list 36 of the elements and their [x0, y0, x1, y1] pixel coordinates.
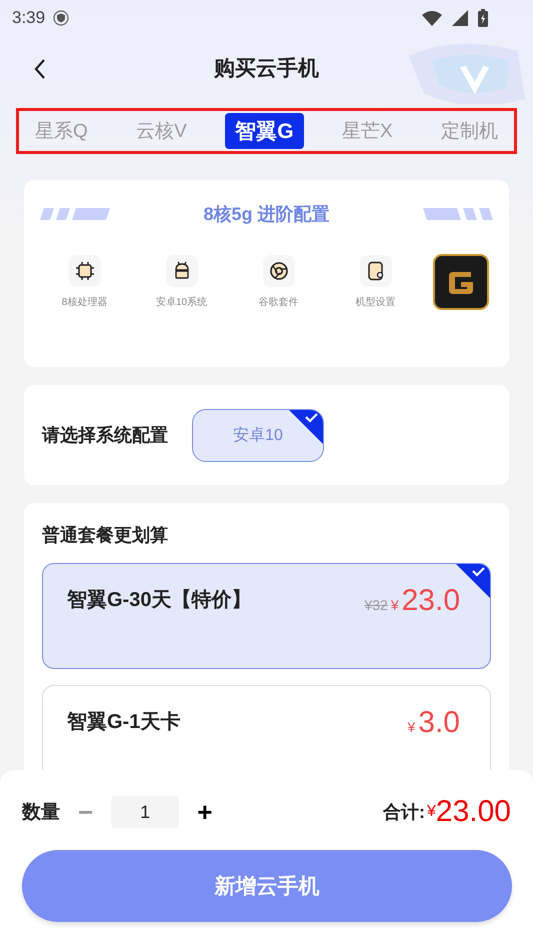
quantity-field[interactable]: 1 — [111, 796, 180, 828]
model-tab[interactable]: 定制机 — [431, 114, 508, 148]
currency-sign: ¥ — [427, 803, 436, 821]
plan-option[interactable]: 智翼G-30天【特价】 ¥32 ¥23.0 — [42, 563, 491, 669]
page-title: 购买云手机 — [214, 56, 319, 82]
chip-icon — [68, 255, 100, 287]
stripes-icon — [40, 208, 110, 220]
total-label: 合计: — [383, 801, 426, 824]
model-tab[interactable]: 智翼G — [225, 113, 304, 149]
signal-icon — [451, 10, 469, 26]
increase-button[interactable]: + — [191, 796, 218, 828]
quantity-label: 数量 — [22, 801, 60, 825]
model-tab[interactable]: 星系Q — [25, 114, 98, 148]
model-tab[interactable]: 星芒X — [332, 114, 403, 148]
feature-label: 机型设置 — [356, 296, 396, 309]
feature-label: 8核处理器 — [62, 296, 108, 309]
status-time: 3:39 — [12, 8, 46, 28]
android-icon — [166, 255, 198, 287]
phone-gear-icon — [360, 255, 392, 287]
add-phone-button[interactable]: 新增云手机 — [22, 850, 512, 922]
config-title: 8核5g 进阶配置 — [203, 203, 330, 226]
wifi-icon — [421, 10, 443, 26]
section-label: 普通套餐更划算 — [42, 524, 169, 547]
decrease-button[interactable]: − — [72, 796, 100, 828]
feature-label: 安卓10系统 — [156, 296, 208, 309]
feature-label: 谷歌套件 — [258, 296, 298, 309]
section-label: 请选择系统配置 — [42, 424, 168, 447]
system-option[interactable]: 安卓10 — [192, 408, 324, 462]
battery-icon — [477, 8, 489, 28]
check-icon — [288, 410, 323, 444]
chrome-icon — [262, 255, 294, 287]
total-amount: 23.00 — [436, 795, 511, 829]
g-logo-icon — [432, 254, 488, 310]
shield-icon — [53, 10, 70, 26]
model-tab[interactable]: 云核V — [126, 114, 197, 148]
stripes-icon — [423, 208, 493, 220]
